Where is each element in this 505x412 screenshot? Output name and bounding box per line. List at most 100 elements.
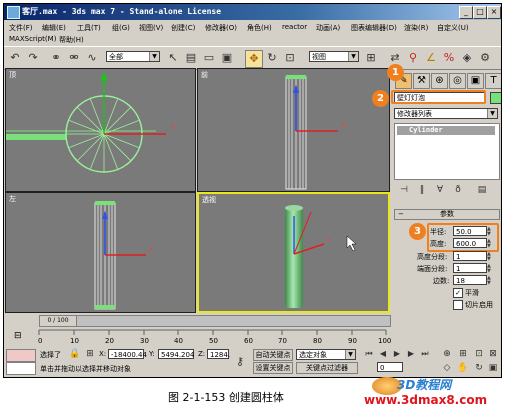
key-mode-dropdown[interactable]: 选定对象 ▼ <box>296 349 356 360</box>
select-object-icon[interactable]: ↖ <box>165 50 181 66</box>
pivot-center-icon[interactable]: ⊞ <box>363 50 379 66</box>
stack-item-cylinder[interactable]: Cylinder <box>397 126 495 135</box>
x-coord-field[interactable]: -18400.44 <box>108 349 147 359</box>
angle-snap-icon[interactable]: ∠ <box>423 50 439 66</box>
menu-character[interactable]: 角色(H) <box>247 23 272 33</box>
menu-customize[interactable]: 自定义(U) <box>437 23 469 33</box>
chevron-down-icon: ▼ <box>487 109 497 118</box>
tick-10: 10 <box>70 337 79 345</box>
utilities-tab-icon[interactable]: T <box>485 73 501 89</box>
mouse-cursor-icon <box>346 235 357 252</box>
menu-tools[interactable]: 工具(T) <box>77 23 101 33</box>
z-coord-field[interactable]: 1284. <box>207 349 230 359</box>
object-color-swatch[interactable] <box>490 92 501 104</box>
menu-modifiers[interactable]: 修改器(O) <box>205 23 237 33</box>
smooth-checkbox[interactable]: ✓ <box>453 288 463 298</box>
tick-40: 40 <box>174 337 183 345</box>
app-icon <box>7 6 20 19</box>
menu-edit[interactable]: 编辑(E) <box>42 23 66 33</box>
select-by-name-icon[interactable]: ▤ <box>183 50 199 66</box>
track-bar-icon[interactable]: ⊟ <box>14 331 24 341</box>
configure-sets-icon[interactable]: ▤ <box>474 182 490 198</box>
height-segments-input[interactable]: 1 ▲ ▼ <box>453 251 491 262</box>
menu-reactor[interactable]: reactor <box>282 23 307 31</box>
time-slider[interactable]: 0 / 100 <box>39 315 391 327</box>
slice-on-checkbox[interactable] <box>453 300 463 310</box>
menu-animation[interactable]: 动画(A) <box>316 23 340 33</box>
parameters-rollout-header[interactable]: − 参数 <box>394 209 500 220</box>
maximize-viewport-icon[interactable]: ▣ <box>485 360 501 376</box>
rect-selection-icon[interactable]: ▭ <box>201 50 217 66</box>
time-slider-thumb[interactable]: 0 / 100 <box>40 316 77 326</box>
menu-rendering[interactable]: 渲染(R) <box>404 23 428 33</box>
spinner-icon[interactable]: ▲ ▼ <box>487 252 494 262</box>
go-to-end-icon[interactable]: ⏭ <box>417 346 433 362</box>
current-frame-field[interactable]: 0 <box>377 362 403 372</box>
menu-group[interactable]: 组(G) <box>112 23 130 33</box>
maxscript-listener-white[interactable] <box>6 362 36 375</box>
modify-tab-icon[interactable]: ⚒ <box>413 73 430 89</box>
menu-create[interactable]: 创建(C) <box>171 23 195 33</box>
figure-caption: 图 2-1-153 创建圆柱体 3D教程网 www.3dmax8.com <box>0 377 505 412</box>
x-label: X: <box>99 350 107 358</box>
select-move-icon[interactable]: ✥ <box>245 50 263 68</box>
unlink-icon[interactable]: ⚮ <box>66 50 82 66</box>
absolute-mode-icon[interactable]: ⊞ <box>82 346 98 362</box>
menu-views[interactable]: 视图(V) <box>139 23 163 33</box>
selection-filter-dropdown[interactable]: 全部 ▼ <box>106 51 160 62</box>
key-filters-button[interactable]: 关键点过滤器 <box>296 362 358 374</box>
window-title: 客厅.max - 3ds max 7 - Stand-alone License <box>22 7 222 16</box>
window-crossing-icon[interactable]: ▣ <box>219 50 235 66</box>
key-icon[interactable]: ⚷ <box>232 354 248 370</box>
spinner-icon[interactable]: ▲ ▼ <box>487 264 494 274</box>
maxscript-listener-pink[interactable] <box>6 349 36 362</box>
pan-icon[interactable]: ✋ <box>455 360 471 376</box>
hierarchy-tab-icon[interactable]: ⊛ <box>431 73 448 89</box>
y-label: Y: <box>149 350 155 358</box>
viewport-left[interactable]: 左 x <box>5 192 196 313</box>
make-unique-icon[interactable]: ∀ <box>432 182 448 198</box>
field-of-view-icon[interactable]: ◇ <box>439 360 455 376</box>
menu-maxscript[interactable]: MAXScript(M) <box>9 35 56 43</box>
pin-stack-icon[interactable]: ⊣ <box>396 182 412 198</box>
motion-tab-icon[interactable]: ◎ <box>449 73 466 89</box>
remove-modifier-icon[interactable]: ð <box>450 182 466 198</box>
viewport-perspective[interactable]: 透视 x <box>197 192 390 313</box>
minimize-button[interactable]: _ <box>459 6 473 19</box>
auto-key-button[interactable]: 自动关键点 <box>253 349 293 361</box>
viewport-front[interactable]: 前 x <box>197 68 390 192</box>
close-button[interactable]: × <box>487 6 501 19</box>
reference-coord-dropdown[interactable]: 视图 ▼ <box>309 51 359 62</box>
undo-icon[interactable]: ↶ <box>7 50 23 66</box>
named-selection-icon[interactable]: ⚙ <box>477 50 493 66</box>
viewport-top[interactable]: 顶 x <box>5 68 196 192</box>
callout-badge-2: 2 <box>372 90 389 107</box>
modifier-list-dropdown[interactable]: 修改器列表 ▼ <box>394 108 498 119</box>
redo-icon[interactable]: ↷ <box>25 50 41 66</box>
spinner-icon[interactable]: ▲ ▼ <box>487 276 494 286</box>
snap-icon[interactable]: ⚲ <box>405 50 421 66</box>
maximize-button[interactable]: □ <box>473 6 487 19</box>
title-bar: 客厅.max - 3ds max 7 - Stand-alone License… <box>4 4 501 20</box>
menu-graph-editors[interactable]: 图表编辑器(D) <box>351 23 397 33</box>
select-scale-icon[interactable]: ⊡ <box>282 50 298 66</box>
menu-help[interactable]: 帮助(H) <box>59 35 84 45</box>
callout-badge-3: 3 <box>409 223 426 240</box>
show-end-result-icon[interactable]: ‖ <box>414 182 430 198</box>
set-key-button[interactable]: 设置关键点 <box>253 362 293 374</box>
lock-icon[interactable]: 🔒 <box>67 346 83 362</box>
svg-text:x: x <box>149 245 153 253</box>
percent-snap-icon[interactable]: % <box>441 50 457 66</box>
cap-segments-input[interactable]: 1 ▲ ▼ <box>453 263 491 274</box>
callout-box-radius-height <box>427 223 499 252</box>
select-rotate-icon[interactable]: ↻ <box>264 50 280 66</box>
y-coord-field[interactable]: 5494.204 <box>158 349 194 359</box>
menu-file[interactable]: 文件(F) <box>9 23 33 33</box>
tick-90: 90 <box>348 337 357 345</box>
sides-input[interactable]: 18 ▲ ▼ <box>453 275 491 286</box>
select-link-icon[interactable]: ⚭ <box>48 50 64 66</box>
reference-coord-value: 视图 <box>312 53 326 61</box>
display-tab-icon[interactable]: ▣ <box>467 73 484 89</box>
spinner-snap-icon[interactable]: ◈ <box>459 50 475 66</box>
bind-space-warp-icon[interactable]: ∿ <box>84 50 100 66</box>
